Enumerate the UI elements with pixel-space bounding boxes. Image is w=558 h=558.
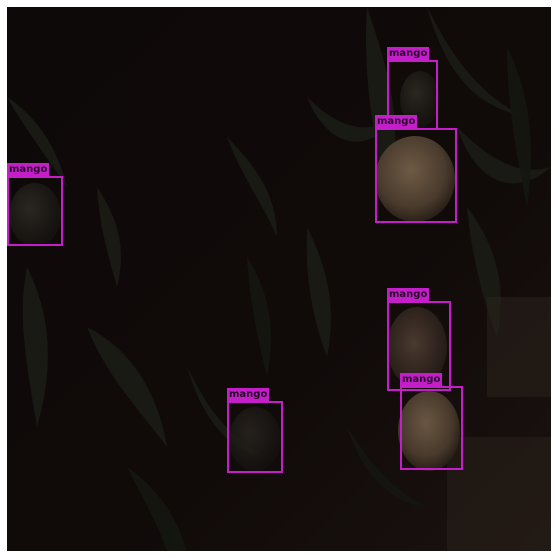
mango-bounding-box (375, 128, 457, 223)
detection-overlay: mango mango mango mango mango mango (0, 0, 558, 558)
mango-label: mango (7, 163, 50, 176)
mango-bounding-box (7, 176, 63, 246)
mango-label: mango (400, 373, 443, 386)
mango-bounding-box (227, 401, 283, 473)
mango-bounding-box (400, 386, 463, 470)
mango-label: mango (387, 288, 430, 301)
mango-label: mango (375, 115, 418, 128)
mango-label: mango (227, 388, 270, 401)
mango-label: mango (387, 47, 430, 60)
